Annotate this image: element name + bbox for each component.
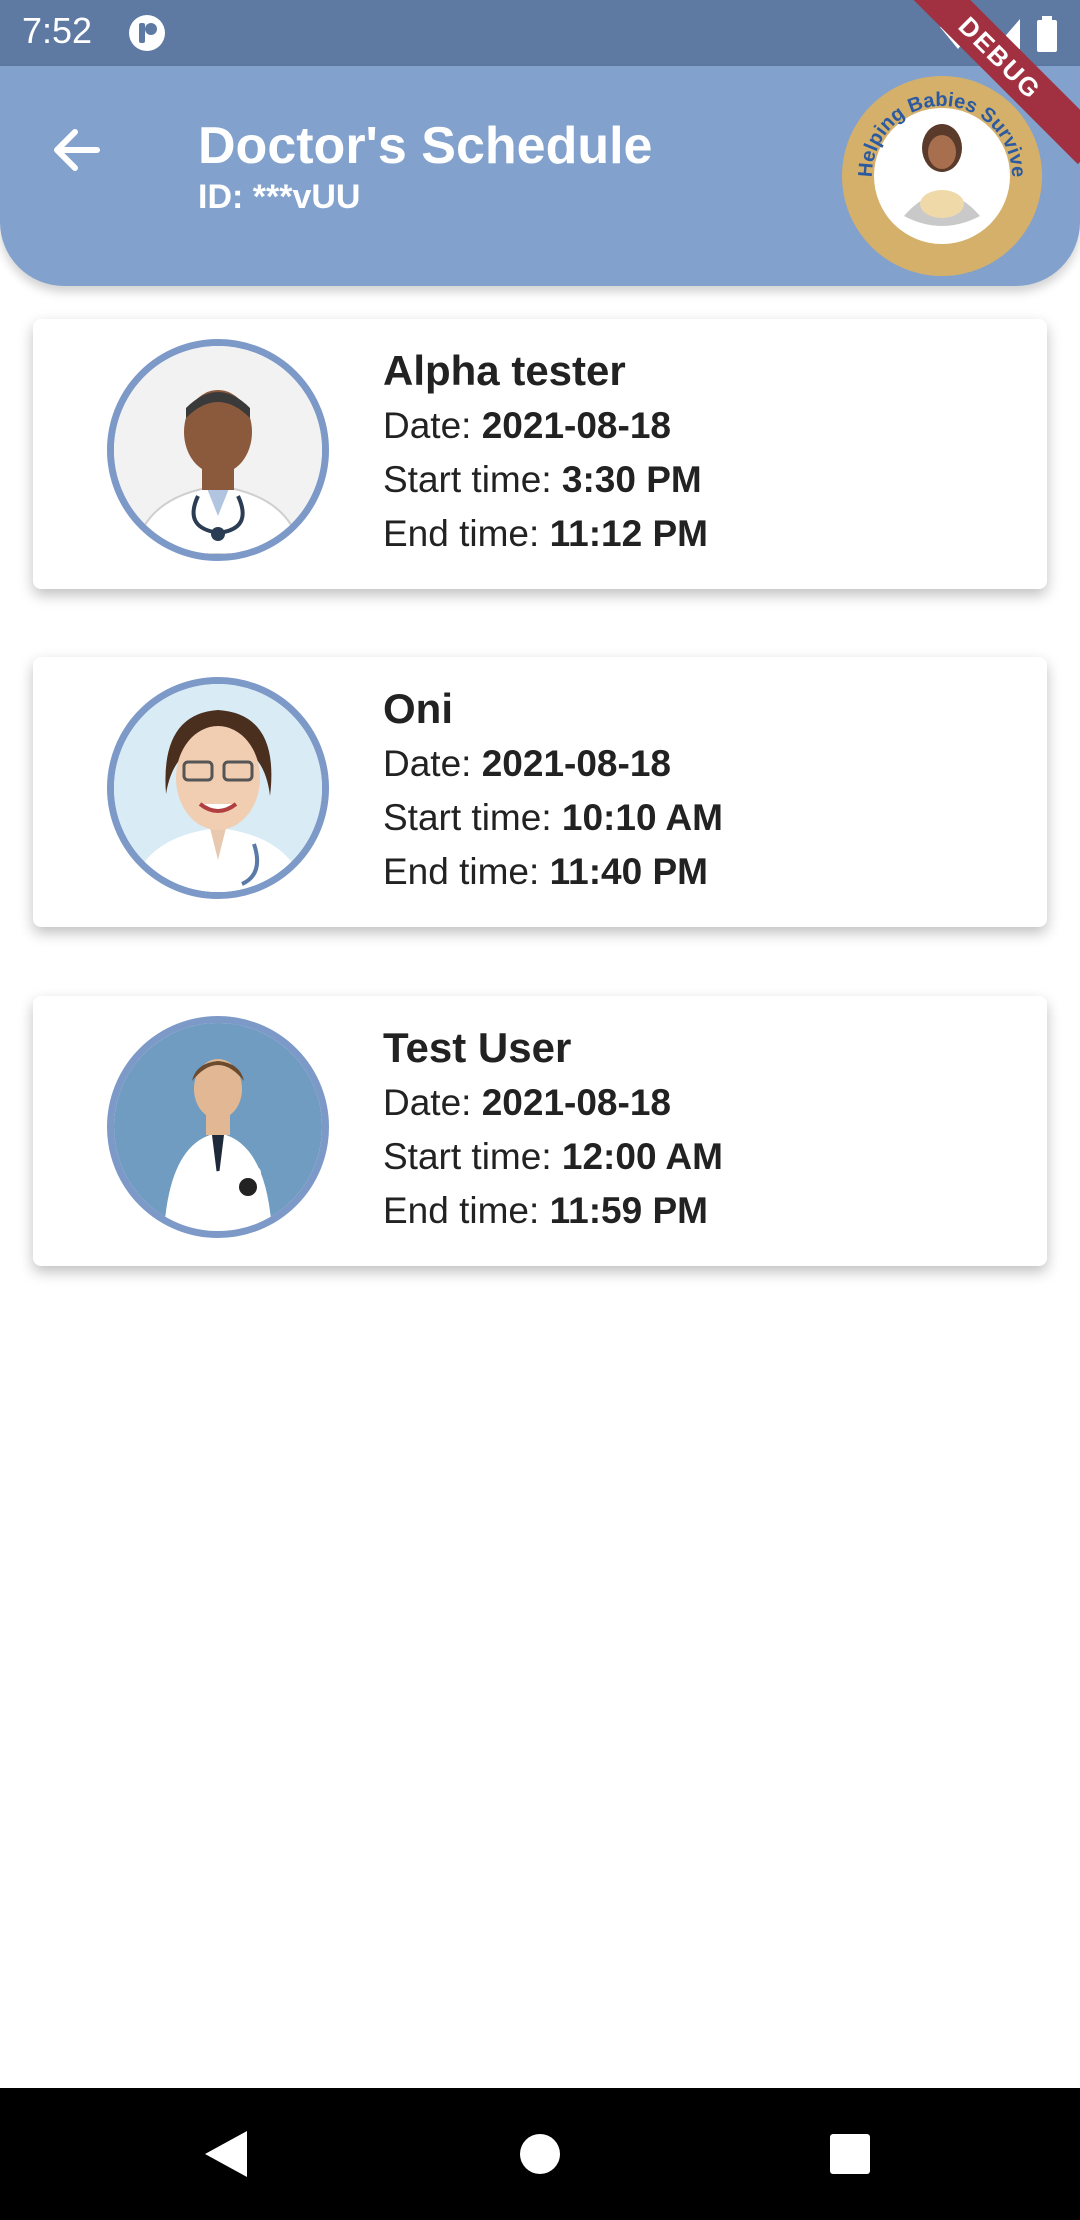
status-time: 7:52	[22, 10, 93, 51]
date-value: 2021-08-18	[481, 743, 671, 784]
start-time-row: Start time: 10:10 AM	[383, 797, 723, 839]
end-time-row: End time: 11:12 PM	[383, 513, 708, 555]
battery-icon	[1037, 16, 1057, 52]
end-time-label: End time:	[383, 851, 540, 892]
doctor-photo	[114, 1023, 322, 1231]
status-bar: 7:52	[0, 0, 1080, 66]
app-notification-icon	[129, 15, 165, 51]
start-time-label: Start time:	[383, 459, 552, 500]
doctor-avatar	[107, 1016, 329, 1238]
end-time-value: 11:12 PM	[549, 513, 708, 554]
schedule-info: Oni Date: 2021-08-18 Start time: 10:10 A…	[383, 685, 723, 905]
schedule-card[interactable]: Oni Date: 2021-08-18 Start time: 10:10 A…	[33, 657, 1047, 927]
start-time-row: Start time: 12:00 AM	[383, 1136, 723, 1178]
page-title: Doctor's Schedule	[198, 117, 653, 175]
start-time-row: Start time: 3:30 PM	[383, 459, 708, 501]
schedule-info: Alpha tester Date: 2021-08-18 Start time…	[383, 347, 708, 567]
doctor-name: Test User	[383, 1024, 572, 1071]
end-time-row: End time: 11:40 PM	[383, 851, 723, 893]
date-value: 2021-08-18	[481, 1082, 671, 1123]
end-time-label: End time:	[383, 1190, 540, 1231]
start-time-value: 10:10 AM	[561, 797, 723, 838]
doctor-name: Oni	[383, 685, 453, 732]
date-row: Date: 2021-08-18	[383, 1082, 723, 1124]
date-label: Date:	[383, 743, 472, 784]
system-nav-bar	[0, 2088, 1080, 2220]
start-time-value: 3:30 PM	[561, 459, 702, 500]
date-label: Date:	[383, 405, 472, 446]
schedule-card[interactable]: Alpha tester Date: 2021-08-18 Start time…	[33, 319, 1047, 589]
nav-recents-button[interactable]	[822, 2126, 878, 2182]
doctor-name: Alpha tester	[383, 347, 626, 394]
doctor-id: ID: ***vUU	[198, 178, 361, 216]
doctor-avatar	[107, 677, 329, 899]
date-label: Date:	[383, 1082, 472, 1123]
doctor-photo	[114, 684, 322, 892]
triangle-back-icon	[205, 2131, 247, 2177]
date-row: Date: 2021-08-18	[383, 405, 708, 447]
date-value: 2021-08-18	[481, 405, 671, 446]
schedule-card[interactable]: Test User Date: 2021-08-18 Start time: 1…	[33, 996, 1047, 1266]
start-time-label: Start time:	[383, 797, 552, 838]
date-row: Date: 2021-08-18	[383, 743, 723, 785]
schedule-info: Test User Date: 2021-08-18 Start time: 1…	[383, 1024, 723, 1244]
arrow-back-icon	[54, 129, 100, 171]
end-time-value: 11:40 PM	[549, 851, 708, 892]
back-button[interactable]	[40, 114, 112, 186]
end-time-value: 11:59 PM	[549, 1190, 708, 1231]
circle-home-icon	[520, 2134, 560, 2174]
helping-babies-survive-logo: Helping Babies Survive	[842, 76, 1042, 276]
end-time-label: End time:	[383, 513, 540, 554]
start-time-value: 12:00 AM	[561, 1136, 723, 1177]
square-recents-icon	[830, 2134, 870, 2174]
app-bar: Doctor's Schedule ID: ***vUU Helping Bab…	[0, 66, 1080, 286]
doctor-avatar	[107, 339, 329, 561]
end-time-row: End time: 11:59 PM	[383, 1190, 723, 1232]
nav-back-button[interactable]	[198, 2126, 254, 2182]
nav-home-button[interactable]	[512, 2126, 568, 2182]
doctor-photo	[114, 346, 322, 554]
start-time-label: Start time:	[383, 1136, 552, 1177]
